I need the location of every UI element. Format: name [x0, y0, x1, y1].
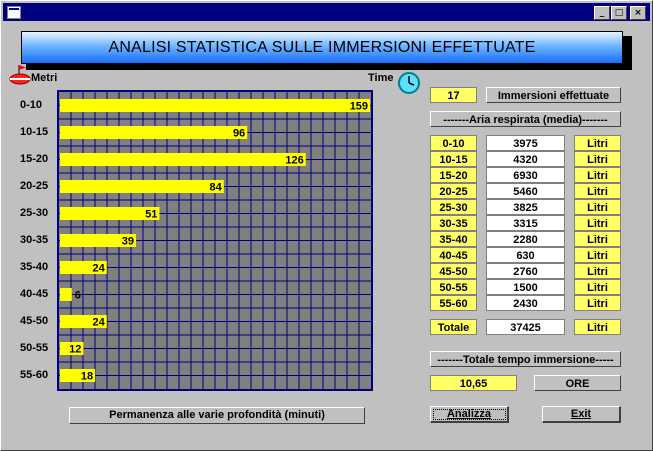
air-unit-cell: Litri [574, 247, 621, 263]
total-label: Totale [430, 319, 477, 335]
air-range-cell: 10-15 [430, 151, 477, 167]
air-value-cell: 6930 [486, 167, 565, 183]
category-tick-label: 55-60 [20, 368, 49, 381]
y-axis-label: Metri [31, 72, 58, 84]
air-unit-cell: Litri [574, 295, 621, 311]
bar [60, 288, 72, 301]
dives-label: Immersioni effettuate [486, 87, 621, 103]
air-value-cell: 2430 [486, 295, 565, 311]
air-range-cell: 30-35 [430, 215, 477, 231]
bar-value-label: 84 [210, 182, 223, 194]
time-value: 10,65 [430, 375, 517, 391]
category-tick-label: 45-50 [20, 314, 49, 327]
air-value-cell: 2280 [486, 231, 565, 247]
air-value-cell: 5460 [486, 183, 565, 199]
x-axis-label: Time [368, 72, 394, 84]
bar [60, 153, 306, 166]
bar-value-label: 12 [69, 344, 81, 356]
category-tick-label: 40-45 [20, 287, 49, 300]
bar-value-label: 6 [75, 290, 81, 302]
air-value-cell: 2760 [486, 263, 565, 279]
air-range-cell: 0-10 [430, 135, 477, 151]
category-tick-label: 35-40 [20, 260, 49, 273]
air-range-cell: 50-55 [430, 279, 477, 295]
banner-title: ANALISI STATISTICA SULLE IMMERSIONI EFFE… [21, 31, 623, 64]
air-range-cell: 25-30 [430, 199, 477, 215]
air-value-cell: 4320 [486, 151, 565, 167]
close-button[interactable]: × [630, 6, 646, 20]
category-tick-label: 25-30 [20, 206, 49, 219]
bar-value-label: 39 [122, 236, 134, 248]
air-value-cell: 3825 [486, 199, 565, 215]
bar [60, 99, 371, 112]
analyze-button[interactable]: Analizza [430, 406, 509, 423]
air-range-cell: 20-25 [430, 183, 477, 199]
air-range-cell: 15-20 [430, 167, 477, 183]
category-tick-label: 30-35 [20, 233, 49, 246]
system-menu-icon[interactable] [7, 6, 21, 19]
air-unit-cell: Litri [574, 263, 621, 279]
dives-count: 17 [430, 87, 477, 103]
total-unit: Litri [574, 319, 621, 335]
buoy-icon [9, 65, 31, 85]
air-unit-cell: Litri [574, 183, 621, 199]
bar-chart: 159 96 126 84 51 39 24 6 24 12 18 [57, 90, 373, 391]
bar-value-label: 24 [93, 263, 106, 275]
air-range-cell: 35-40 [430, 231, 477, 247]
air-unit-cell: Litri [574, 215, 621, 231]
time-unit: ORE [534, 375, 621, 391]
exit-button[interactable]: Exit [542, 406, 621, 423]
title-bar: _ □ × [3, 3, 650, 21]
air-value-cell: 3315 [486, 215, 565, 231]
air-unit-cell: Litri [574, 135, 621, 151]
bar-value-label: 159 [350, 101, 368, 113]
bar [60, 180, 224, 193]
category-tick-label: 10-15 [20, 125, 49, 138]
air-unit-cell: Litri [574, 167, 621, 183]
air-unit-cell: Litri [574, 199, 621, 215]
time-header: -------Totale tempo immersione----- [430, 351, 621, 367]
air-unit-cell: Litri [574, 279, 621, 295]
total-value: 37425 [486, 319, 565, 335]
air-unit-cell: Litri [574, 151, 621, 167]
air-header: -------Aria respirata (media)------- [430, 111, 621, 127]
category-tick-label: 15-20 [20, 152, 49, 165]
air-unit-cell: Litri [574, 231, 621, 247]
category-tick-label: 20-25 [20, 179, 49, 192]
air-range-cell: 40-45 [430, 247, 477, 263]
air-value-cell: 630 [486, 247, 565, 263]
analyze-button-label: Analizza [446, 408, 491, 420]
maximize-button[interactable]: □ [611, 6, 627, 20]
air-range-cell: 55-60 [430, 295, 477, 311]
category-tick-label: 0-10 [20, 98, 43, 111]
bar [60, 126, 248, 139]
category-tick-label: 50-55 [20, 341, 49, 354]
chart-caption: Permanenza alle varie profondità (minuti… [69, 407, 365, 424]
bar-value-label: 126 [285, 155, 303, 167]
minimize-button[interactable]: _ [594, 6, 610, 20]
bar-value-label: 51 [145, 209, 157, 221]
bar-value-label: 24 [93, 317, 106, 329]
air-range-cell: 45-50 [430, 263, 477, 279]
bar-value-label: 96 [233, 128, 245, 140]
clock-icon [398, 72, 420, 94]
air-value-cell: 1500 [486, 279, 565, 295]
exit-button-label: Exit [570, 408, 592, 420]
bar-value-label: 18 [81, 371, 93, 383]
air-value-cell: 3975 [486, 135, 565, 151]
